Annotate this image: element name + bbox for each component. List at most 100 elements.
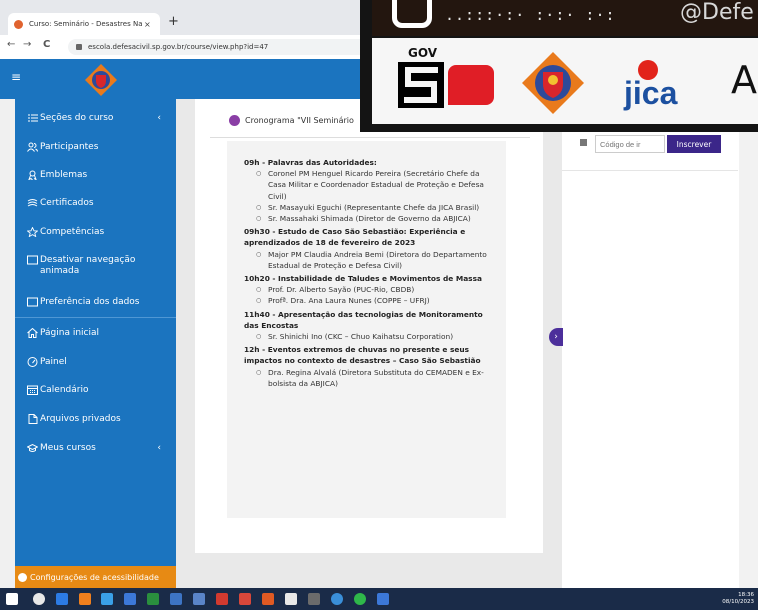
schedule-heading: 09h30 - Estudo de Caso São Sebastião: Ex… — [244, 227, 466, 248]
users-icon — [27, 142, 38, 152]
files-icon — [28, 414, 38, 424]
sidebar-item-label: Emblemas — [40, 170, 88, 180]
search-icon[interactable] — [33, 593, 45, 605]
sidebar-item-certificates[interactable]: Certificados — [27, 198, 167, 209]
sidebar-item-label: Competências — [40, 227, 105, 237]
reload-button[interactable]: C — [43, 39, 50, 50]
accessibility-settings-button[interactable]: Configurações de acessibilidade — [15, 566, 176, 588]
speaker-item: Dra. Regina Alvalá (Diretora Substituta … — [244, 367, 499, 389]
sidebar-item-badges[interactable]: Emblemas — [27, 170, 167, 181]
schedule-heading: 09h - Palavras das Autoridades: — [244, 158, 377, 167]
gov-label: GOV — [408, 46, 438, 60]
app-icon[interactable] — [216, 593, 228, 605]
new-tab-button[interactable]: + — [168, 14, 179, 29]
app-icon[interactable] — [308, 593, 320, 605]
sidebar-item-label: Seções do curso — [40, 113, 114, 123]
chevron-left-icon[interactable]: ‹ — [157, 443, 161, 454]
clock-date: 08/10/2023 — [722, 598, 754, 605]
system-clock[interactable]: 18:36 08/10/2023 — [710, 592, 754, 605]
card-divider — [210, 137, 530, 138]
app-icon[interactable] — [193, 593, 205, 605]
sidebar-item-competencies[interactable]: Competências — [27, 227, 167, 238]
star-icon — [27, 227, 38, 237]
home-icon — [27, 328, 38, 338]
sidebar-item-disable-animated-nav[interactable]: Desativar navegação animada — [27, 255, 167, 277]
jica-label: jica — [623, 75, 678, 111]
defesa-civil-shield-icon — [522, 52, 584, 114]
tab-title: Curso: Seminário - Desastres Na — [29, 20, 143, 28]
forward-button[interactable]: → — [23, 39, 31, 50]
schedule-heading: 12h - Eventos extremos de chuvas no pres… — [244, 345, 481, 366]
chevron-left-icon[interactable]: ‹ — [157, 113, 161, 124]
firefox-icon[interactable] — [79, 593, 91, 605]
chrome-icon[interactable] — [331, 593, 343, 605]
browser-tab[interactable]: Curso: Seminário - Desastres Na × — [8, 13, 160, 35]
key-icon — [580, 139, 587, 146]
sidebar-item-label: Preferência dos dados — [40, 297, 140, 307]
sidebar-item-my-courses[interactable]: Meus cursos ‹ — [27, 443, 167, 454]
schedule-text: 09h - Palavras das Autoridades: Coronel … — [244, 155, 499, 389]
speaker-item: Profª. Dra. Ana Laura Nunes (COPPE – UFR… — [244, 295, 499, 306]
url-text: escola.defesacivil.sp.gov.br/course/view… — [88, 43, 269, 51]
square-icon — [27, 297, 38, 307]
social-handle: @Defe — [680, 0, 754, 25]
menu-toggle-icon[interactable]: ≡ — [11, 70, 21, 84]
enrol-button[interactable]: Inscrever — [667, 135, 721, 153]
page-scrollbar[interactable] — [739, 99, 758, 588]
enrolment-key-input[interactable] — [595, 135, 665, 153]
speaker-item: Sr. Shinichi Ino (CKC – Chuo Kaihatsu Co… — [244, 331, 499, 342]
drawer-toggle-button[interactable]: › — [549, 328, 563, 346]
activity-header[interactable]: Cronograma "VII Seminário — [229, 115, 354, 126]
speaker-item: Prof. Dr. Alberto Sayão (PUC-Rio, CBDB) — [244, 284, 499, 295]
sidebar-item-private-files[interactable]: Arquivos privados — [27, 414, 167, 425]
sidebar-item-label: Desativar navegação animada — [40, 255, 136, 276]
sidebar-item-participants[interactable]: Participantes — [27, 142, 167, 153]
gov-sp-s-icon — [398, 62, 444, 108]
schedule-heading: 10h20 - Instabilidade de Taludes e Movim… — [244, 274, 482, 284]
speaker-item: Major PM Claudia Andreia Bemi (Diretora … — [244, 249, 499, 271]
sidebar-item-label: Painel — [40, 357, 67, 367]
site-favicon-icon — [14, 19, 23, 29]
app-icon[interactable] — [262, 593, 274, 605]
speaker-item: Coronel PM Henguel Ricardo Pereira (Secr… — [244, 168, 499, 202]
sidebar-divider — [15, 317, 176, 318]
calendar-icon — [27, 385, 38, 395]
activity-title[interactable]: Cronograma "VII Seminário — [245, 116, 354, 125]
edge-icon[interactable] — [101, 593, 113, 605]
page-activity-icon — [229, 115, 240, 126]
gov-sp-speech-icon — [448, 65, 494, 105]
sidebar-item-label: Participantes — [40, 142, 99, 152]
sidebar-item-label: Calendário — [40, 385, 89, 395]
spreadsheet-icon[interactable] — [147, 593, 159, 605]
block-divider — [562, 170, 738, 171]
sidebar-item-label: Página inicial — [40, 328, 100, 338]
jica-logo-icon: jica — [623, 60, 678, 111]
back-button[interactable]: ← — [7, 39, 15, 50]
square-icon — [27, 255, 38, 265]
sidebar-item-label: Arquivos privados — [40, 414, 121, 424]
accessibility-label: Configurações de acessibilidade — [30, 572, 159, 582]
defesa-civil-logo-icon[interactable] — [84, 63, 118, 97]
store-icon[interactable] — [124, 593, 136, 605]
whatsapp-icon[interactable] — [354, 593, 366, 605]
graduation-cap-icon — [27, 443, 38, 452]
sidebar-item-home[interactable]: Página inicial — [27, 328, 167, 339]
sidebar-item-label: Certificados — [40, 198, 94, 208]
sidebar-item-label: Meus cursos — [40, 443, 96, 453]
word-icon[interactable] — [285, 593, 297, 605]
app-icon[interactable] — [377, 593, 389, 605]
sidebar-item-dashboard[interactable]: Painel — [27, 357, 167, 368]
files-app-icon[interactable] — [170, 593, 182, 605]
task-view-icon[interactable] — [56, 593, 68, 605]
start-icon[interactable] — [6, 593, 18, 605]
sidebar-item-course-sections[interactable]: Seções do curso ‹ — [27, 113, 167, 124]
tab-close-icon[interactable]: × — [144, 20, 154, 29]
speaker-item: Sr. Massahaki Shimada (Diretor de Govern… — [244, 213, 499, 224]
sidebar-item-data-preference[interactable]: Preferência dos dados — [27, 297, 167, 308]
dashboard-icon — [27, 357, 38, 367]
sidebar-item-calendar[interactable]: Calendário — [27, 385, 167, 396]
banner-trailing-text: A — [731, 58, 757, 102]
certificate-icon — [27, 199, 38, 207]
list-icon — [28, 114, 38, 122]
app-icon[interactable] — [239, 593, 251, 605]
